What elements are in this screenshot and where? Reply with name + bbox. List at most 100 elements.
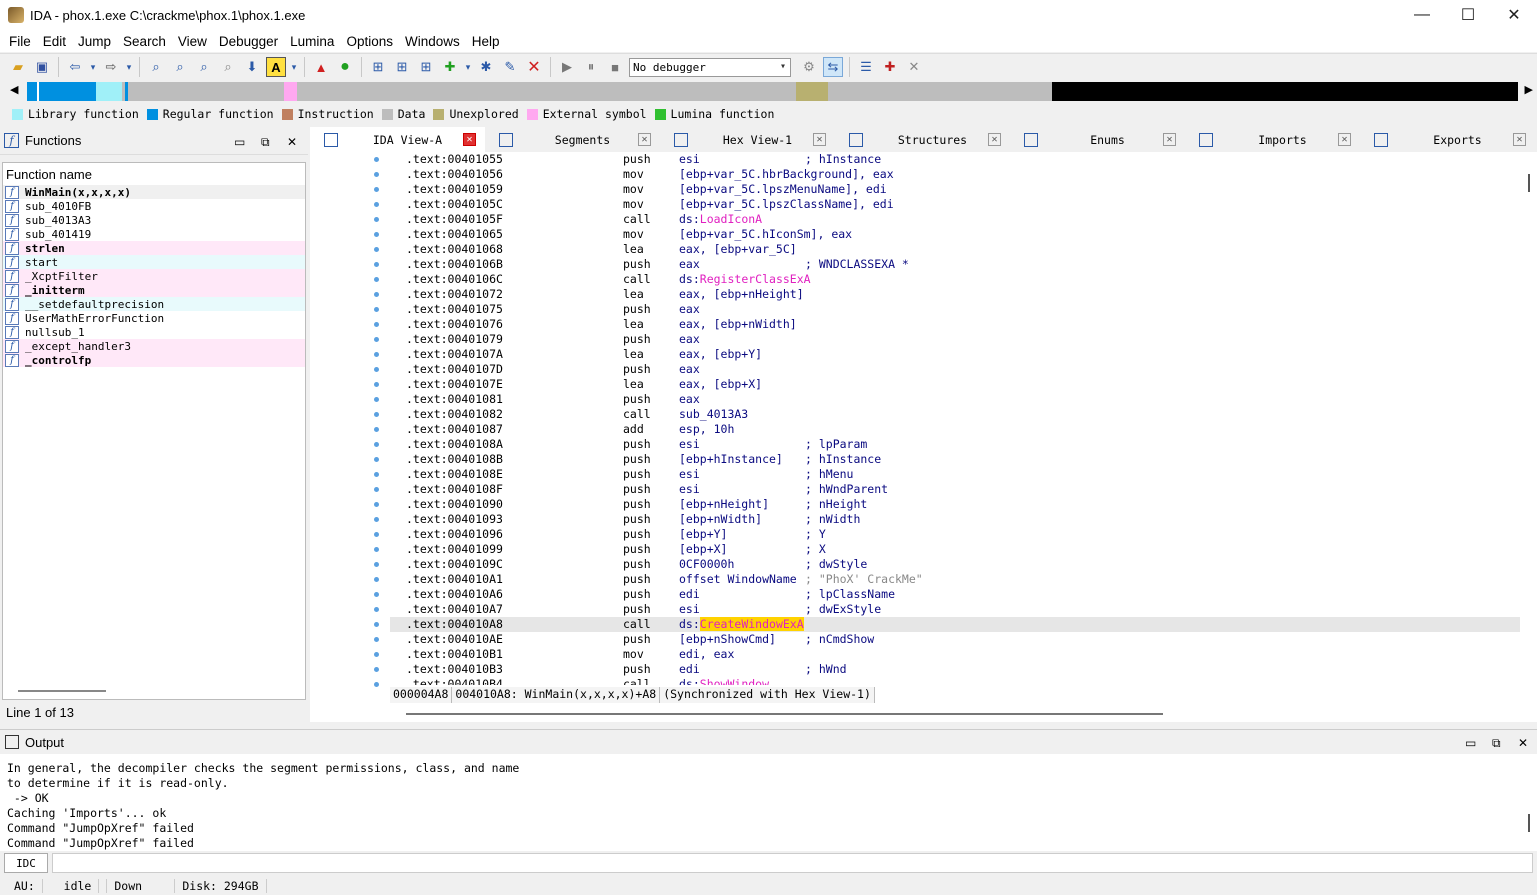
disassembly-line[interactable]: .text:00401059 mov [ebp+var_5C.lpszMenuNam… bbox=[390, 182, 1520, 197]
warning-icon[interactable]: ▲ bbox=[311, 57, 331, 77]
disassembly-line[interactable]: .text:0040108A push esi; lpParam bbox=[390, 437, 1520, 452]
menu-edit[interactable]: Edit bbox=[37, 34, 72, 49]
breakpoint-remove-icon[interactable]: ✕ bbox=[904, 57, 924, 77]
function-list-item[interactable]: f UserMathErrorFunction bbox=[3, 311, 305, 325]
imported-symbol[interactable]: RegisterClassExA bbox=[700, 272, 811, 286]
disassembly-listing[interactable]: .text:00401055 push esi; hInstance .text:00… bbox=[390, 152, 1520, 685]
debugger-options-icon[interactable]: ⚙ bbox=[799, 57, 819, 77]
stop-icon[interactable]: ■ bbox=[605, 57, 625, 77]
disassembly-line[interactable]: .text:00401093 push [ebp+nWidth]; nWidth bbox=[390, 512, 1520, 527]
disassembly-line[interactable]: .text:0040109C push 0CF0000h; dwStyle bbox=[390, 557, 1520, 572]
disassembly-line[interactable]: .text:0040105F call ds:LoadIconA bbox=[390, 212, 1520, 227]
tab-exports[interactable]: Exports ✕ bbox=[1360, 127, 1535, 152]
save-icon[interactable]: ▣ bbox=[32, 57, 52, 77]
instruction-operand[interactable]: [ebp+var_5C.lpszMenuName], edi bbox=[679, 182, 887, 197]
instruction-operand[interactable]: ds:CreateWindowExA bbox=[679, 617, 805, 632]
disassembly-line[interactable]: .text:00401056 mov [ebp+var_5C.hbrBackgrou… bbox=[390, 167, 1520, 182]
pause-icon[interactable]: ⏸ bbox=[581, 57, 601, 77]
search-next-icon[interactable]: ⌕ bbox=[218, 57, 238, 77]
disassembly-line[interactable]: .text:004010A6 push edi; lpClassName bbox=[390, 587, 1520, 602]
instruction-operand[interactable]: [ebp+var_5C.hIconSm], eax bbox=[679, 227, 852, 242]
function-list-item[interactable]: f _XcptFilter bbox=[3, 269, 305, 283]
instruction-operand[interactable]: eax bbox=[679, 302, 805, 317]
text-color-icon[interactable]: A bbox=[266, 57, 286, 77]
maximize-button[interactable]: ☐ bbox=[1445, 0, 1491, 30]
list-icon[interactable]: ☰ bbox=[856, 57, 876, 77]
close-panel-icon[interactable]: ✕ bbox=[1518, 736, 1528, 750]
breakpoint-add-icon[interactable]: ✚ bbox=[880, 57, 900, 77]
instruction-operand[interactable]: [ebp+Y] bbox=[679, 527, 805, 542]
text-color-dropdown-icon[interactable]: ▾ bbox=[290, 57, 298, 77]
menu-debugger[interactable]: Debugger bbox=[213, 34, 284, 49]
instruction-operand[interactable]: esi bbox=[679, 152, 805, 167]
menu-help[interactable]: Help bbox=[466, 34, 506, 49]
disassembly-line[interactable]: .text:0040107E lea eax, [ebp+X] bbox=[390, 377, 1520, 392]
instruction-operand[interactable]: offset WindowName bbox=[679, 572, 805, 587]
instruction-operand[interactable]: [ebp+var_5C.hbrBackground], eax bbox=[679, 167, 894, 182]
menu-lumina[interactable]: Lumina bbox=[284, 34, 340, 49]
instruction-operand[interactable]: [ebp+nWidth] bbox=[679, 512, 805, 527]
close-tab-icon[interactable]: ✕ bbox=[1163, 133, 1176, 146]
function-list-item[interactable]: f _initterm bbox=[3, 283, 305, 297]
highlighted-symbol[interactable]: CreateWindowExA bbox=[699, 617, 804, 631]
instruction-operand[interactable]: ds:ShowWindow bbox=[679, 677, 805, 685]
disassembly-line[interactable]: .text:004010AE push [ebp+nShowCmd]; nCmdSh… bbox=[390, 632, 1520, 647]
disassembly-view[interactable]: .text:00401055 push esi; hInstance .text:00… bbox=[310, 152, 1537, 722]
disassembly-line[interactable]: .text:004010B4 call ds:ShowWindow bbox=[390, 677, 1520, 685]
instruction-operand[interactable]: [ebp+X] bbox=[679, 542, 805, 557]
tab-structures[interactable]: Structures ✕ bbox=[835, 127, 1010, 152]
disassembly-line[interactable]: .text:00401065 mov [ebp+var_5C.hIconSm], e… bbox=[390, 227, 1520, 242]
instruction-operand[interactable]: esp, 10h bbox=[679, 422, 805, 437]
disassembly-line[interactable]: .text:0040108E push esi; hMenu bbox=[390, 467, 1520, 482]
function-list-item[interactable]: f WinMain(x,x,x,x) bbox=[3, 185, 305, 199]
instruction-operand[interactable]: eax bbox=[679, 257, 805, 272]
nav-left-icon[interactable]: ◀ bbox=[10, 83, 18, 96]
navigation-band-bar[interactable] bbox=[27, 82, 1518, 101]
function-list-item[interactable]: f start bbox=[3, 255, 305, 269]
close-tab-icon[interactable]: ✕ bbox=[463, 133, 476, 146]
disassembly-line[interactable]: .text:00401090 push [ebp+nHeight]; nHeight bbox=[390, 497, 1520, 512]
imported-symbol[interactable]: ShowWindow bbox=[700, 677, 769, 685]
tab-imports[interactable]: Imports ✕ bbox=[1185, 127, 1360, 152]
function-list-item[interactable]: f __setdefaultprecision bbox=[3, 297, 305, 311]
binoculars-icon[interactable]: ⌕ bbox=[146, 57, 166, 77]
disassembly-line[interactable]: .text:00401087 add esp, 10h bbox=[390, 422, 1520, 437]
close-tab-icon[interactable]: ✕ bbox=[1513, 133, 1526, 146]
instruction-operand[interactable]: 0CF0000h bbox=[679, 557, 805, 572]
add-dropdown-icon[interactable]: ▾ bbox=[464, 57, 472, 77]
instruction-operand[interactable]: eax bbox=[679, 362, 805, 377]
close-tab-icon[interactable]: ✕ bbox=[988, 133, 1001, 146]
close-tab-icon[interactable]: ✕ bbox=[638, 133, 651, 146]
delete-x-icon[interactable]: ✕ bbox=[524, 57, 544, 77]
disassembly-line[interactable]: .text:0040108F push esi; hWndParent bbox=[390, 482, 1520, 497]
play-icon[interactable]: ▶ bbox=[557, 57, 577, 77]
functions-horizontal-scrollbar[interactable] bbox=[18, 690, 106, 692]
disassembly-line[interactable]: .text:004010A7 push esi; dwExStyle bbox=[390, 602, 1520, 617]
instruction-operand[interactable]: ds:RegisterClassExA bbox=[679, 272, 811, 287]
instruction-operand[interactable]: esi bbox=[679, 482, 805, 497]
output-vertical-scrollbar[interactable] bbox=[1528, 814, 1530, 832]
disassembly-line[interactable]: .text:004010B3 push edi; hWnd bbox=[390, 662, 1520, 677]
function-list-item[interactable]: f nullsub_1 bbox=[3, 325, 305, 339]
function-list-item[interactable]: f _controlfp bbox=[3, 353, 305, 367]
disassembly-line[interactable]: .text:00401079 push eax bbox=[390, 332, 1520, 347]
tab-hex-view-1[interactable]: Hex View-1 ✕ bbox=[660, 127, 835, 152]
column-header-function-name[interactable]: Function name bbox=[3, 163, 305, 185]
add-plus-icon[interactable]: ✚ bbox=[440, 57, 460, 77]
navigation-band[interactable]: ◀ ▶ bbox=[0, 80, 1537, 104]
disassembly-line[interactable]: .text:00401072 lea eax, [ebp+nHeight] bbox=[390, 287, 1520, 302]
instruction-operand[interactable]: esi bbox=[679, 437, 805, 452]
close-tab-icon[interactable]: ✕ bbox=[813, 133, 826, 146]
instruction-operand[interactable]: eax, [ebp+Y] bbox=[679, 347, 805, 362]
back-dropdown-icon[interactable]: ▾ bbox=[89, 57, 97, 77]
menu-file[interactable]: File bbox=[3, 34, 37, 49]
disassembly-line[interactable]: .text:00401096 push [ebp+Y]; Y bbox=[390, 527, 1520, 542]
instruction-operand[interactable]: eax, [ebp+nHeight] bbox=[679, 287, 805, 302]
add-function-icon[interactable]: ⊞ bbox=[368, 57, 388, 77]
maximize-panel-icon[interactable]: ▭ bbox=[1465, 736, 1476, 750]
disassembly-line[interactable]: .text:00401076 lea eax, [ebp+nWidth] bbox=[390, 317, 1520, 332]
disassembly-line[interactable]: .text:00401055 push esi; hInstance bbox=[390, 152, 1520, 167]
close-button[interactable]: ✕ bbox=[1491, 0, 1537, 30]
instruction-operand[interactable]: eax bbox=[679, 392, 805, 407]
disassembly-vertical-scrollbar[interactable] bbox=[1528, 174, 1530, 192]
